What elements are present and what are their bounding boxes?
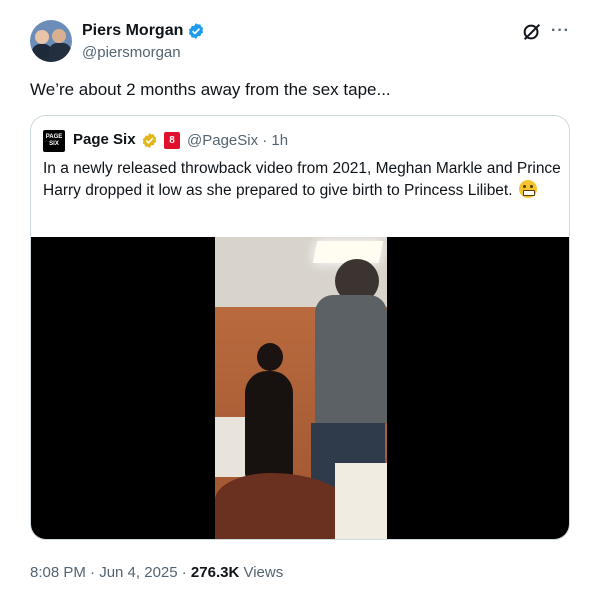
views-count: 276.3K xyxy=(190,564,240,581)
grimacing-emoji-icon xyxy=(518,180,537,198)
quoted-avatar[interactable]: PAGE SIX xyxy=(43,130,65,152)
quoted-text-body: In a newly released throwback video from… xyxy=(43,160,561,199)
timestamp[interactable]: 8:08 PM · Jun 4, 2025 · xyxy=(30,564,191,581)
quoted-handle-time[interactable]: @PageSix · 1h xyxy=(187,132,288,149)
gold-verified-badge-icon xyxy=(142,133,157,148)
quoted-name[interactable]: Page Six xyxy=(73,131,136,148)
verified-badge-icon xyxy=(188,23,204,39)
tweet-meta: 8:08 PM · Jun 4, 2025 · 276.3K Views xyxy=(30,564,283,581)
tweet-text: We’re about 2 months away from the sex t… xyxy=(30,80,391,99)
grok-icon[interactable] xyxy=(521,21,543,43)
author-name[interactable]: Piers Morgan xyxy=(82,22,183,40)
more-icon[interactable]: ··· xyxy=(551,22,570,40)
affiliate-badge-icon: 8 xyxy=(164,132,180,149)
author-handle[interactable]: @piersmorgan xyxy=(82,44,181,61)
quoted-tweet-card[interactable]: PAGE SIX Page Six 8 @PageSix · 1h In a n… xyxy=(30,115,570,540)
tweet: Piers Morgan @piersmorgan ··· We’re abou… xyxy=(0,0,600,600)
views-label: Views xyxy=(239,564,284,581)
video-frame xyxy=(215,237,387,539)
video-player[interactable] xyxy=(31,237,569,539)
author-avatar[interactable] xyxy=(30,20,72,62)
quoted-text: In a newly released throwback video from… xyxy=(43,158,563,202)
